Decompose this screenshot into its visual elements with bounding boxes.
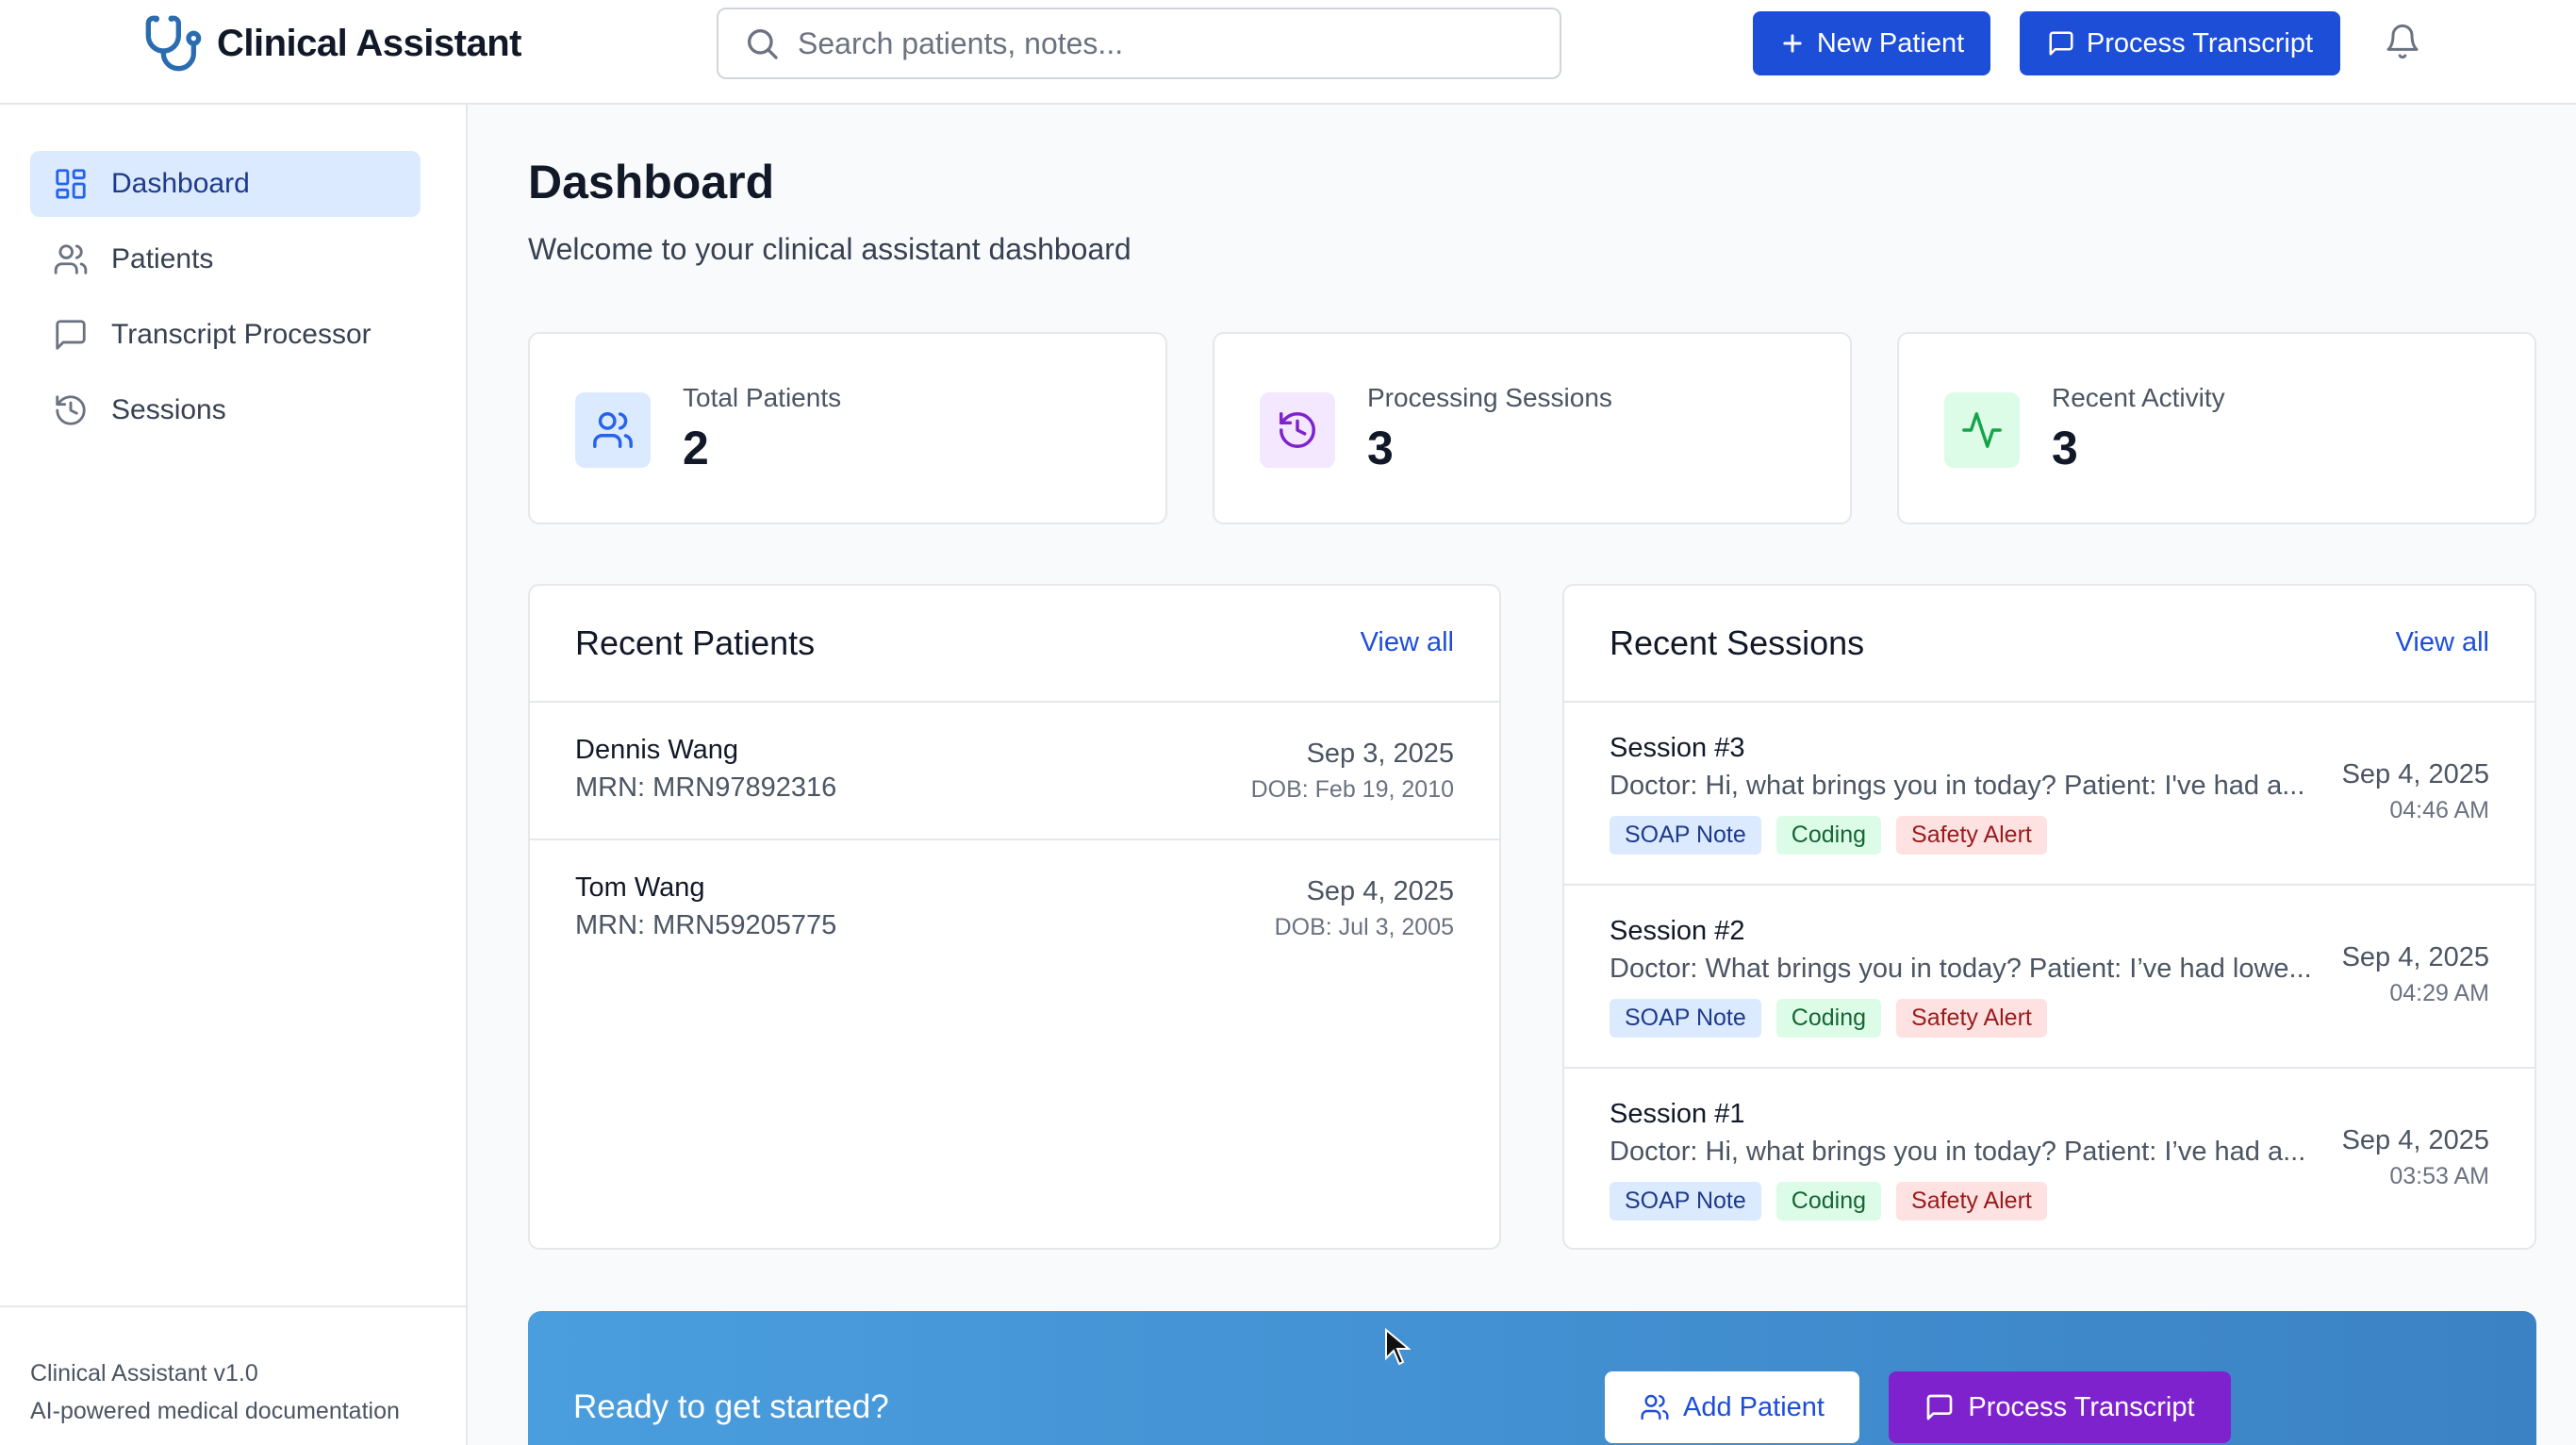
coding-badge: Coding: [1775, 999, 1882, 1038]
sidebar: Dashboard Patients Transcript Processor …: [0, 105, 468, 1445]
session-preview: Doctor: What brings you in today? Patien…: [1610, 954, 2312, 984]
app-title: Clinical Assistant: [217, 22, 521, 64]
session-date: Sep 4, 2025: [2341, 1125, 2489, 1155]
app-tagline: AI-powered medical documentation: [30, 1398, 400, 1424]
session-title: Session #1: [1610, 1099, 1745, 1129]
safety-alert-badge: Safety Alert: [1896, 999, 2047, 1038]
list-item[interactable]: Dennis Wang MRN: MRN97892316 Sep 3, 2025…: [530, 703, 1499, 840]
sidebar-footer: Clinical Assistant v1.0 AI-powered medic…: [0, 1305, 466, 1445]
list-item[interactable]: Session #3 Doctor: Hi, what brings you i…: [1564, 703, 2535, 886]
soap-note-badge: SOAP Note: [1610, 1182, 1761, 1221]
sidebar-item-patients[interactable]: Patients: [30, 226, 421, 292]
stat-card-recent-activity: Recent Activity 3: [1897, 332, 2536, 524]
new-patient-label: New Patient: [1816, 27, 1965, 58]
session-tags: SOAP Note Coding Safety Alert: [1610, 999, 2047, 1038]
session-preview: Doctor: Hi, what brings you in today? Pa…: [1610, 1137, 2306, 1167]
top-header: Clinical Assistant New Patient Process T…: [0, 0, 2576, 105]
sidebar-item-transcript-processor[interactable]: Transcript Processor: [30, 302, 421, 368]
soap-note-badge: SOAP Note: [1610, 816, 1761, 855]
plus-icon: [1783, 34, 1802, 53]
list-item[interactable]: Tom Wang MRN: MRN59205775 Sep 4, 2025 DO…: [530, 840, 1499, 978]
session-time: 04:29 AM: [2389, 980, 2489, 1006]
panel-header: Recent Sessions View all: [1564, 586, 2535, 703]
search-input[interactable]: [798, 25, 1533, 61]
session-tags: SOAP Note Coding Safety Alert: [1610, 816, 2047, 855]
coding-badge: Coding: [1775, 1182, 1882, 1221]
new-patient-button[interactable]: New Patient: [1753, 11, 1990, 75]
panel-header: Recent Patients View all: [530, 586, 1499, 703]
add-patient-button[interactable]: Add Patient: [1605, 1371, 1859, 1443]
history-icon: [56, 395, 86, 425]
patient-mrn: MRN: MRN97892316: [575, 772, 837, 803]
stethoscope-icon: [145, 15, 202, 72]
list-item[interactable]: Session #2 Doctor: What brings you in to…: [1564, 886, 2535, 1069]
patient-date: Sep 3, 2025: [1306, 739, 1454, 769]
patient-date: Sep 4, 2025: [1306, 876, 1454, 906]
safety-alert-badge: Safety Alert: [1896, 1182, 2047, 1221]
get-started-banner: Ready to get started? Add Patient Proces…: [528, 1311, 2536, 1445]
session-tags: SOAP Note Coding Safety Alert: [1610, 1182, 2047, 1221]
users-icon: [575, 392, 651, 468]
stat-label: Processing Sessions: [1367, 383, 1612, 412]
session-date: Sep 4, 2025: [2341, 942, 2489, 972]
recent-sessions-panel: Recent Sessions View all Session #3 Doct…: [1562, 584, 2536, 1250]
stat-value: 3: [1367, 422, 1394, 474]
mouse-cursor-icon: [1385, 1328, 1411, 1366]
bell-icon: [2386, 24, 2419, 59]
session-title: Session #2: [1610, 916, 1745, 946]
stat-value: 3: [2052, 422, 2078, 474]
history-icon: [1260, 392, 1335, 468]
sidebar-item-label: Sessions: [111, 394, 226, 425]
app-logo[interactable]: Clinical Assistant: [143, 13, 521, 74]
soap-note-badge: SOAP Note: [1610, 999, 1761, 1038]
process-transcript-button[interactable]: Process Transcript: [2020, 11, 2340, 75]
banner-text: Ready to get started?: [573, 1388, 889, 1425]
panel-title: Recent Patients: [575, 623, 816, 662]
patient-name: Dennis Wang: [575, 735, 739, 765]
users-icon: [1641, 1394, 1669, 1420]
add-patient-label: Add Patient: [1683, 1391, 1825, 1422]
stat-value: 2: [683, 422, 709, 474]
session-title: Session #3: [1610, 733, 1745, 763]
message-icon: [1927, 1394, 1953, 1420]
sidebar-item-sessions[interactable]: Sessions: [30, 377, 421, 443]
users-icon: [54, 244, 88, 274]
session-time: 03:53 AM: [2389, 1163, 2489, 1189]
panel-title: Recent Sessions: [1610, 623, 1865, 662]
notifications-button[interactable]: [2384, 23, 2421, 65]
activity-icon: [1944, 392, 2020, 468]
app-version: Clinical Assistant v1.0: [30, 1360, 258, 1387]
stat-card-total-patients: Total Patients 2: [528, 332, 1167, 524]
patient-mrn: MRN: MRN59205775: [575, 910, 837, 940]
coding-badge: Coding: [1775, 816, 1882, 855]
view-all-sessions-link[interactable]: View all: [2396, 627, 2489, 658]
message-icon: [56, 320, 86, 350]
sidebar-item-label: Patients: [111, 243, 214, 274]
patient-dob: DOB: Jul 3, 2005: [1274, 914, 1454, 940]
safety-alert-badge: Safety Alert: [1896, 816, 2047, 855]
list-item[interactable]: Session #1 Doctor: Hi, what brings you i…: [1564, 1069, 2535, 1248]
session-date: Sep 4, 2025: [2341, 759, 2489, 789]
dashboard-icon: [56, 169, 86, 199]
process-transcript-label: Process Transcript: [1968, 1391, 2195, 1422]
message-icon: [2049, 31, 2073, 56]
recent-patients-panel: Recent Patients View all Dennis Wang MRN…: [528, 584, 1501, 1250]
session-time: 04:46 AM: [2389, 797, 2489, 823]
sidebar-item-label: Transcript Processor: [111, 319, 372, 350]
page-title: Dashboard: [528, 156, 775, 208]
session-preview: Doctor: Hi, what brings you in today? Pa…: [1610, 771, 2305, 801]
stat-label: Recent Activity: [2052, 383, 2225, 412]
search-icon: [748, 29, 778, 59]
process-transcript-label: Process Transcript: [2086, 27, 2314, 58]
sidebar-item-dashboard[interactable]: Dashboard: [30, 151, 421, 217]
stat-label: Total Patients: [683, 383, 842, 412]
sidebar-item-label: Dashboard: [111, 168, 250, 199]
view-all-patients-link[interactable]: View all: [1361, 627, 1454, 658]
page-subtitle: Welcome to your clinical assistant dashb…: [528, 232, 1131, 266]
stat-card-processing-sessions: Processing Sessions 3: [1213, 332, 1852, 524]
banner-process-transcript-button[interactable]: Process Transcript: [1889, 1371, 2231, 1443]
patient-name: Tom Wang: [575, 872, 705, 903]
search-box[interactable]: [717, 8, 1561, 79]
patient-dob: DOB: Feb 19, 2010: [1250, 776, 1454, 803]
